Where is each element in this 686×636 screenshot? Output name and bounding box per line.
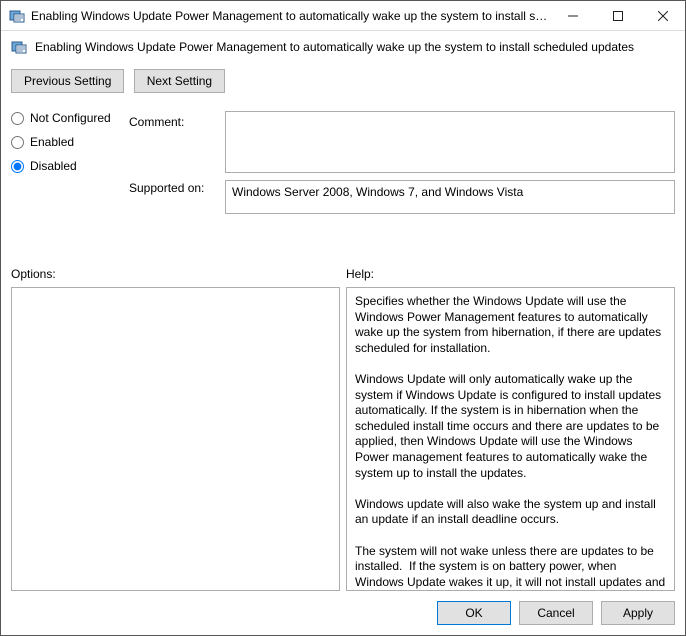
radio-enabled[interactable]: Enabled — [11, 135, 129, 149]
close-button[interactable] — [640, 1, 685, 30]
policy-header: Enabling Windows Update Power Management… — [11, 39, 675, 55]
options-panel — [11, 287, 340, 591]
minimize-button[interactable] — [550, 1, 595, 30]
radio-enabled-label: Enabled — [30, 135, 74, 149]
options-label: Options: — [11, 267, 340, 281]
apply-button[interactable]: Apply — [601, 601, 675, 625]
ok-button[interactable]: OK — [437, 601, 511, 625]
next-setting-button[interactable]: Next Setting — [134, 69, 225, 93]
cancel-button[interactable]: Cancel — [519, 601, 593, 625]
help-panel[interactable]: Specifies whether the Windows Update wil… — [346, 287, 675, 591]
radio-disabled[interactable]: Disabled — [11, 159, 129, 173]
window-title: Enabling Windows Update Power Management… — [31, 9, 550, 23]
title-bar: Enabling Windows Update Power Management… — [1, 1, 685, 31]
comment-input[interactable] — [225, 111, 675, 173]
radio-enabled-input[interactable] — [11, 136, 24, 149]
radio-disabled-label: Disabled — [30, 159, 77, 173]
radio-not-configured-label: Not Configured — [30, 111, 111, 125]
supported-on-text: Windows Server 2008, Windows 7, and Wind… — [232, 185, 523, 199]
comment-label: Comment: — [129, 115, 225, 181]
radio-not-configured-input[interactable] — [11, 112, 24, 125]
help-label: Help: — [346, 267, 675, 281]
app-icon — [9, 8, 25, 24]
previous-setting-button[interactable]: Previous Setting — [11, 69, 124, 93]
policy-icon — [11, 39, 27, 55]
policy-title: Enabling Windows Update Power Management… — [35, 40, 634, 54]
supported-label: Supported on: — [129, 181, 225, 247]
radio-not-configured[interactable]: Not Configured — [11, 111, 129, 125]
radio-disabled-input[interactable] — [11, 160, 24, 173]
maximize-button[interactable] — [595, 1, 640, 30]
supported-on-box[interactable]: Windows Server 2008, Windows 7, and Wind… — [225, 180, 675, 214]
